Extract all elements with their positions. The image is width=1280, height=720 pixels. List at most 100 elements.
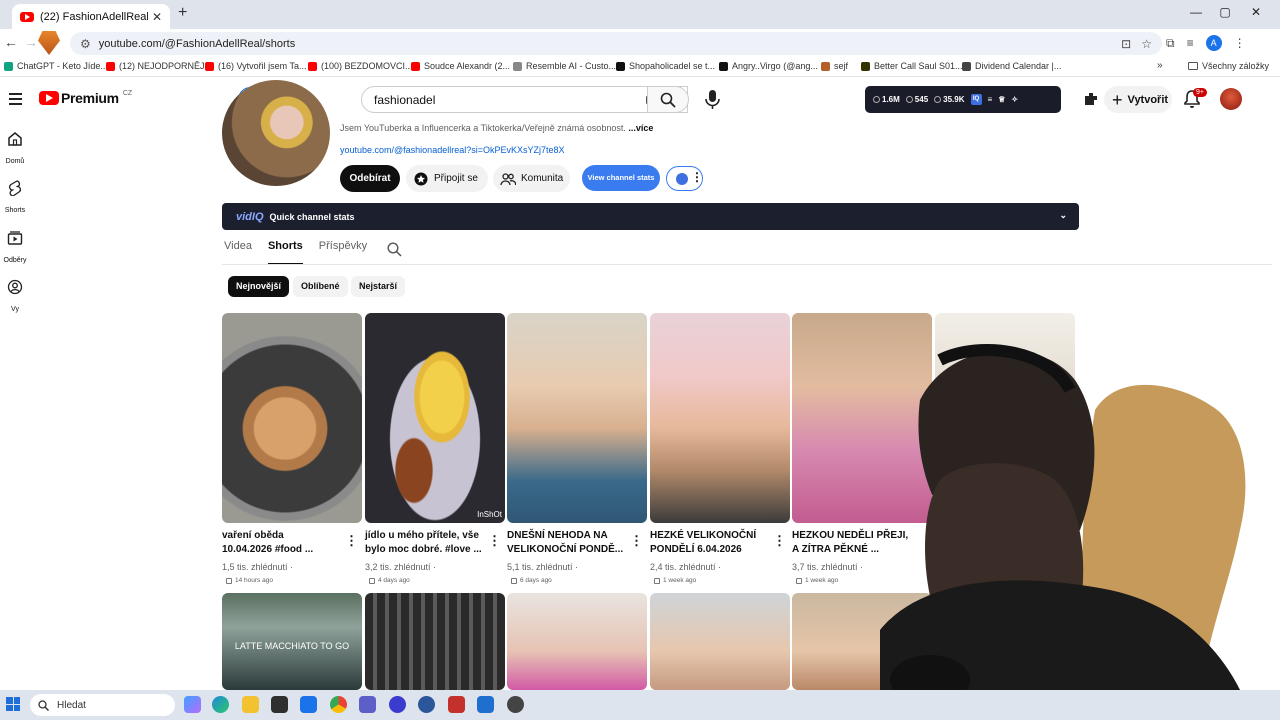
file-explorer-icon[interactable] bbox=[242, 696, 259, 713]
youtube-play-icon bbox=[39, 91, 59, 105]
site-info-icon[interactable]: ⚙ bbox=[80, 37, 91, 51]
guide-menu-icon[interactable] bbox=[9, 93, 22, 108]
bookmark-item[interactable]: sejf bbox=[821, 61, 848, 71]
bookmark-item[interactable]: Shopaholicadel se t... bbox=[616, 61, 715, 71]
guide-item-subscriptions[interactable]: Odběry bbox=[0, 230, 30, 267]
list-icon[interactable]: ≡ bbox=[988, 95, 993, 104]
subscriptions-icon bbox=[7, 231, 23, 245]
tab-videos[interactable]: Videa bbox=[224, 240, 252, 265]
channel-link[interactable]: youtube.com/@fashionadellreal?si=OkPEvKX… bbox=[340, 145, 565, 155]
filter-popular[interactable]: Oblíbené bbox=[293, 276, 348, 297]
short-title[interactable]: vaření oběda 10.04.2026 #food ... bbox=[222, 529, 340, 557]
menu-icon[interactable]: ⋮ bbox=[1234, 36, 1246, 50]
account-avatar[interactable] bbox=[1220, 88, 1242, 110]
close-window-icon[interactable]: ✕ bbox=[1246, 5, 1266, 19]
app-icon[interactable] bbox=[477, 696, 494, 713]
profile-avatar[interactable]: A bbox=[1205, 35, 1222, 51]
channel-description[interactable]: Jsem YouTuberka a Influencerka a Tiktoke… bbox=[340, 123, 653, 133]
subscribe-button[interactable]: Odebírat bbox=[340, 165, 400, 192]
teams-icon[interactable] bbox=[359, 696, 376, 713]
app-icon[interactable] bbox=[389, 696, 406, 713]
taskbar-search[interactable]: Hledat bbox=[30, 694, 175, 716]
extension-puzzle-icon[interactable] bbox=[1082, 90, 1100, 108]
app-icon[interactable] bbox=[448, 696, 465, 713]
short-thumbnail[interactable] bbox=[507, 313, 647, 523]
url-text: youtube.com/@FashionAdellReal/shorts bbox=[98, 37, 296, 50]
short-thumbnail[interactable]: LATTE MACCHIATO TO GO bbox=[222, 593, 362, 690]
join-button[interactable]: Připojit se bbox=[406, 165, 488, 192]
vidiq-icon[interactable]: IQ bbox=[970, 94, 982, 105]
chrome-icon[interactable] bbox=[330, 696, 347, 713]
bookmark-item[interactable]: Better Call Saul S01... bbox=[861, 61, 963, 71]
install-app-icon[interactable]: ⊡ bbox=[1121, 37, 1131, 51]
trophy-icon[interactable]: ♕ bbox=[998, 95, 1005, 104]
extensions-icon[interactable]: ⧉ bbox=[1166, 36, 1175, 51]
filter-newest[interactable]: Nejnovější bbox=[228, 276, 290, 297]
short-thumbnail[interactable] bbox=[650, 313, 790, 523]
tab-posts[interactable]: Příspěvky bbox=[319, 240, 367, 265]
browser-tab[interactable]: (22) FashionAdellReal - YouTube ✕ bbox=[12, 4, 170, 29]
tab-shorts[interactable]: Shorts bbox=[267, 240, 303, 265]
community-button[interactable]: Komunita bbox=[493, 165, 570, 192]
bookmark-item[interactable]: (100) BEZDOMOVCI... bbox=[308, 61, 413, 71]
word-icon[interactable] bbox=[418, 696, 435, 713]
guide-item-shorts[interactable]: Shorts bbox=[0, 180, 30, 217]
mail-icon[interactable] bbox=[300, 696, 317, 713]
short-title[interactable]: HEZKÉ VELIKONOČNÍ PONDĚLÍ 6.04.2026 bbox=[650, 529, 768, 557]
channel-search-icon[interactable] bbox=[387, 242, 402, 257]
new-tab-icon[interactable]: + bbox=[178, 4, 187, 22]
short-title[interactable]: DNEŠNÍ NEHODA NA VELIKONOČNÍ PONDĚ... bbox=[507, 529, 625, 557]
quick-channel-stats-bar[interactable]: vidIQ Quick channel stats ⌄ bbox=[222, 203, 1079, 230]
store-icon[interactable] bbox=[271, 696, 288, 713]
windows-start-icon[interactable] bbox=[6, 697, 20, 711]
calendar-icon bbox=[796, 577, 802, 584]
bookmark-item[interactable]: Soudce Alexandr (2... bbox=[411, 61, 510, 71]
filter-oldest[interactable]: Nejstarší bbox=[351, 276, 406, 297]
bookmark-item[interactable]: (12) NEJODPORNĚJ... bbox=[106, 61, 212, 71]
media-icon[interactable]: ≡ bbox=[1187, 36, 1194, 50]
calendar-icon bbox=[654, 577, 660, 584]
forward-icon[interactable]: → bbox=[24, 34, 38, 50]
vidiq-menu-button[interactable]: ⋮ bbox=[666, 166, 703, 191]
back-icon[interactable]: ← bbox=[4, 34, 18, 50]
channel-avatar[interactable] bbox=[222, 80, 330, 186]
edge-icon[interactable] bbox=[212, 696, 229, 713]
short-title[interactable]: jídlo u mého přítele, vše bylo moc dobré.… bbox=[365, 529, 483, 557]
more-link[interactable]: ...více bbox=[628, 123, 653, 133]
more-options-icon[interactable]: ⋮ bbox=[630, 533, 643, 549]
bookmark-star-icon[interactable]: ☆ bbox=[1141, 37, 1152, 51]
address-bar[interactable]: ⚙ youtube.com/@FashionAdellReal/shorts ⊡… bbox=[70, 32, 1162, 55]
bookmark-item[interactable]: Angry..Virgo (@ang... bbox=[719, 61, 818, 71]
bookmark-item[interactable]: (16) Vytvořil jsem Ta... bbox=[205, 61, 307, 71]
short-thumbnail[interactable] bbox=[650, 593, 790, 690]
vidiq-stats-bar[interactable]: 1.6M 545 35.9K IQ ≡ ♕ ✧ bbox=[865, 86, 1061, 113]
search-input[interactable]: fashionadel ✕ bbox=[361, 86, 688, 113]
microphone-icon[interactable] bbox=[700, 87, 725, 112]
bookmark-item[interactable]: Dividend Calendar |... bbox=[962, 61, 1061, 71]
all-bookmarks-button[interactable]: Všechny záložky bbox=[1188, 61, 1269, 71]
youtube-logo[interactable]: Premium CZ bbox=[39, 90, 132, 106]
bookmarks-more-icon[interactable]: » bbox=[1157, 60, 1163, 71]
more-options-icon[interactable]: ⋮ bbox=[488, 533, 501, 549]
obs-icon[interactable] bbox=[507, 696, 524, 713]
more-options-icon[interactable]: ⋮ bbox=[345, 533, 358, 549]
create-button[interactable]: + Vytvořit bbox=[1104, 86, 1172, 113]
short-thumbnail[interactable]: InShOt bbox=[365, 313, 505, 523]
minimize-icon[interactable]: — bbox=[1186, 5, 1206, 19]
sparkle-icon[interactable]: ✧ bbox=[1011, 95, 1018, 104]
short-thumbnail[interactable] bbox=[365, 593, 505, 690]
vidiq-icon bbox=[676, 173, 688, 185]
guide-item-home[interactable]: Domů bbox=[0, 131, 30, 168]
more-options-icon[interactable]: ⋮ bbox=[773, 533, 786, 549]
close-tab-icon[interactable]: ✕ bbox=[152, 10, 162, 24]
copilot-icon[interactable] bbox=[184, 696, 201, 713]
bookmark-item[interactable]: Resemble AI - Custo... bbox=[513, 61, 616, 71]
view-channel-stats-button[interactable]: View channel stats bbox=[582, 165, 660, 191]
maximize-icon[interactable]: ▢ bbox=[1215, 5, 1235, 19]
search-button[interactable] bbox=[647, 86, 689, 113]
short-thumbnail[interactable] bbox=[222, 313, 362, 523]
short-thumbnail[interactable] bbox=[507, 593, 647, 690]
guide-item-you[interactable]: Vy bbox=[0, 279, 30, 316]
bookmark-item[interactable]: ChatGPT - Keto Jíde... bbox=[4, 61, 108, 71]
extension-fox-icon[interactable] bbox=[38, 31, 60, 55]
